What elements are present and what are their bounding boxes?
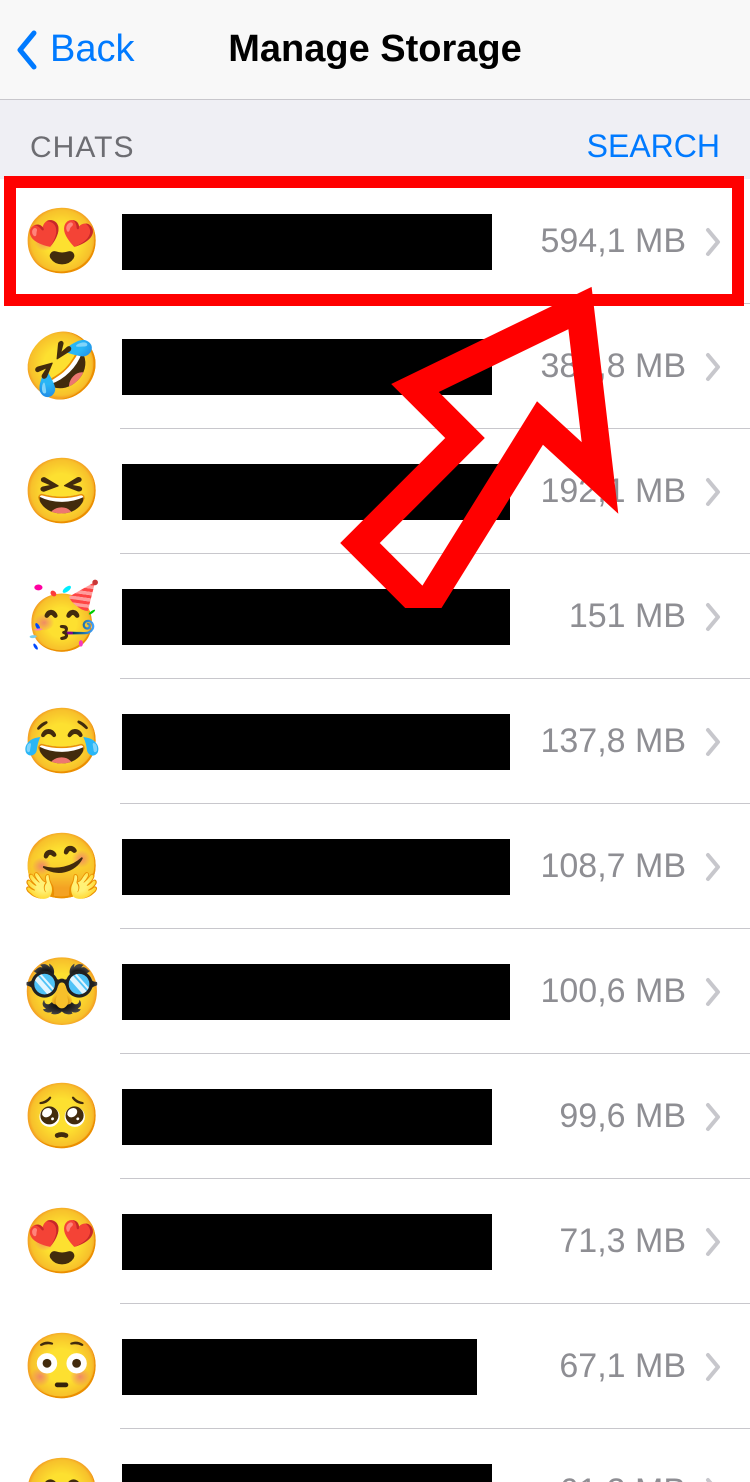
chat-avatar: 😆 bbox=[18, 448, 106, 536]
chevron-right-icon bbox=[704, 977, 722, 1007]
chat-row[interactable]: 😂 137,8 MB bbox=[0, 679, 750, 804]
chat-avatar: 🥺 bbox=[18, 1073, 106, 1161]
chat-avatar: 🥸 bbox=[18, 948, 106, 1036]
chat-name-redacted bbox=[122, 214, 492, 270]
chat-avatar: 🤣 bbox=[18, 323, 106, 411]
chat-avatar: 😳 bbox=[18, 1323, 106, 1411]
chat-size-label: 67,1 MB bbox=[559, 1347, 686, 1386]
chevron-right-icon bbox=[704, 602, 722, 632]
chat-avatar: 😍 bbox=[18, 198, 106, 286]
chat-row[interactable]: 🤣 382,8 MB bbox=[0, 304, 750, 429]
chat-row[interactable]: 🤗 108,7 MB bbox=[0, 804, 750, 929]
chats-section-label: CHATS bbox=[30, 131, 134, 165]
chat-size-label: 137,8 MB bbox=[540, 722, 686, 761]
chats-list: 😍 594,1 MB 🤣 382,8 MB 😆 192,1 MB 🥳 151 MB 😂 137,8… bbox=[0, 179, 750, 1482]
chat-size-label: 71,3 MB bbox=[559, 1222, 686, 1261]
chat-row[interactable]: 😆 192,1 MB bbox=[0, 429, 750, 554]
chat-row[interactable]: 😍 71,3 MB bbox=[0, 1179, 750, 1304]
chat-row[interactable]: 😍 594,1 MB bbox=[0, 179, 750, 304]
chat-avatar: 🥳 bbox=[18, 573, 106, 661]
chevron-right-icon bbox=[704, 477, 722, 507]
chevron-right-icon bbox=[704, 727, 722, 757]
back-button[interactable]: Back bbox=[0, 0, 134, 99]
chevron-right-icon bbox=[704, 352, 722, 382]
chat-row[interactable]: 😊 61,2 MB bbox=[0, 1429, 750, 1482]
chat-name-redacted bbox=[122, 1089, 492, 1145]
back-label: Back bbox=[50, 28, 134, 71]
chats-section-header: CHATS SEARCH bbox=[0, 100, 750, 179]
back-chevron-icon bbox=[14, 29, 38, 71]
chat-name-redacted bbox=[122, 1464, 492, 1482]
chevron-right-icon bbox=[704, 1352, 722, 1382]
chevron-right-icon bbox=[704, 852, 722, 882]
chat-row[interactable]: 😳 67,1 MB bbox=[0, 1304, 750, 1429]
chat-size-label: 61,2 MB bbox=[559, 1472, 686, 1482]
chat-avatar: 😍 bbox=[18, 1198, 106, 1286]
chat-size-label: 382,8 MB bbox=[540, 347, 686, 386]
chat-size-label: 594,1 MB bbox=[540, 222, 686, 261]
chat-avatar: 😂 bbox=[18, 698, 106, 786]
chat-name-redacted bbox=[122, 589, 510, 645]
chevron-right-icon bbox=[704, 227, 722, 257]
chat-avatar: 🤗 bbox=[18, 823, 106, 911]
chat-row[interactable]: 🥺 99,6 MB bbox=[0, 1054, 750, 1179]
chat-name-redacted bbox=[122, 839, 510, 895]
chat-name-redacted bbox=[122, 964, 510, 1020]
chat-size-label: 151 MB bbox=[569, 597, 686, 636]
chat-row[interactable]: 🥸 100,6 MB bbox=[0, 929, 750, 1054]
search-button[interactable]: SEARCH bbox=[587, 128, 720, 165]
chat-name-redacted bbox=[122, 339, 492, 395]
chat-name-redacted bbox=[122, 1214, 492, 1270]
chat-size-label: 100,6 MB bbox=[540, 972, 686, 1011]
chevron-right-icon bbox=[704, 1227, 722, 1257]
chat-name-redacted bbox=[122, 714, 510, 770]
chat-size-label: 192,1 MB bbox=[540, 472, 686, 511]
chat-size-label: 99,6 MB bbox=[559, 1097, 686, 1136]
navigation-bar: Back Manage Storage bbox=[0, 0, 750, 100]
chevron-right-icon bbox=[704, 1477, 722, 1482]
chevron-right-icon bbox=[704, 1102, 722, 1132]
chat-name-redacted bbox=[122, 464, 510, 520]
chat-size-label: 108,7 MB bbox=[540, 847, 686, 886]
chat-avatar: 😊 bbox=[18, 1448, 106, 1482]
chat-name-redacted bbox=[122, 1339, 477, 1395]
chat-row[interactable]: 🥳 151 MB bbox=[0, 554, 750, 679]
